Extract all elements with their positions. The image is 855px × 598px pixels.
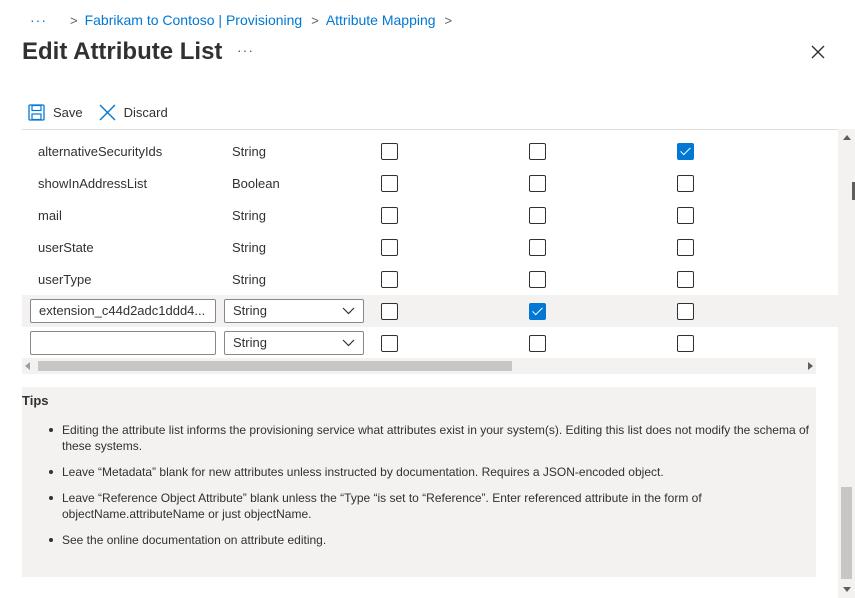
multi-value-checkbox[interactable] <box>677 174 694 192</box>
required-checkbox[interactable] <box>529 334 546 352</box>
breadcrumb: ··· > Fabrikam to Contoso | Provisioning… <box>30 10 459 30</box>
multi-value-checkbox[interactable] <box>677 270 694 288</box>
tips-panel: Tips Editing the attribute list informs … <box>22 387 816 577</box>
tip-item: Leave “Reference Object Attribute” blank… <box>49 490 816 522</box>
command-bar: Save Discard <box>28 100 184 124</box>
save-button[interactable]: Save <box>28 103 83 121</box>
scroll-right-icon[interactable] <box>808 362 813 370</box>
primary-key-checkbox[interactable] <box>381 302 398 320</box>
scroll-up-icon[interactable] <box>843 135 851 140</box>
primary-key-checkbox[interactable] <box>381 142 398 160</box>
new-attribute-name-input[interactable] <box>30 331 216 355</box>
tips-list: Editing the attribute list informs the p… <box>22 422 816 548</box>
table-row: mail String <box>22 199 838 231</box>
multi-value-checkbox[interactable] <box>677 206 694 224</box>
chevron-right-icon: > <box>70 12 78 28</box>
multi-value-checkbox[interactable] <box>677 334 694 352</box>
table-row: alternativeSecurityIds String <box>22 135 838 167</box>
attribute-type: Boolean <box>232 175 280 191</box>
primary-key-checkbox[interactable] <box>381 238 398 256</box>
multi-value-checkbox[interactable] <box>677 238 694 256</box>
table-row-new: String <box>22 327 838 359</box>
primary-key-checkbox[interactable] <box>381 206 398 224</box>
primary-key-checkbox[interactable] <box>381 334 398 352</box>
attribute-name: showInAddressList <box>38 175 148 191</box>
attribute-table: alternativeSecurityIds String showInAddr… <box>22 129 838 375</box>
dropdown-value: String <box>233 335 267 350</box>
tip-item: See the online documentation on attribut… <box>49 532 816 548</box>
multi-value-checkbox[interactable] <box>677 142 694 160</box>
attribute-type: String <box>232 207 266 223</box>
required-checkbox[interactable] <box>529 238 546 256</box>
required-checkbox[interactable] <box>529 302 546 320</box>
primary-key-checkbox[interactable] <box>381 174 398 192</box>
more-options-icon[interactable]: ··· <box>237 42 254 58</box>
horizontal-scroll-thumb[interactable] <box>38 361 512 371</box>
attribute-type: String <box>232 143 266 159</box>
table-row-editable: extension_c44d2adc1ddd4... String <box>22 295 838 327</box>
chevron-right-icon: > <box>311 12 319 28</box>
table-row: userType String <box>22 263 838 295</box>
tip-item: Editing the attribute list informs the p… <box>49 422 816 454</box>
attribute-name: userState <box>38 239 94 255</box>
required-checkbox[interactable] <box>529 270 546 288</box>
chevron-right-icon: > <box>444 12 453 28</box>
discard-label: Discard <box>123 104 168 120</box>
table-row: showInAddressList Boolean <box>22 167 838 199</box>
breadcrumb-more-icon[interactable]: ··· <box>30 12 47 28</box>
attribute-name: userType <box>38 271 92 287</box>
chevron-down-icon <box>342 307 355 315</box>
scroll-down-icon[interactable] <box>843 587 851 592</box>
required-checkbox[interactable] <box>529 174 546 192</box>
attribute-type-dropdown[interactable]: String <box>224 299 364 323</box>
discard-button[interactable]: Discard <box>99 104 168 121</box>
attribute-type: String <box>232 271 266 287</box>
primary-key-checkbox[interactable] <box>381 270 398 288</box>
save-label: Save <box>53 104 83 120</box>
dropdown-value: String <box>233 303 267 318</box>
tips-heading: Tips <box>22 393 49 408</box>
attribute-name: mail <box>38 207 62 223</box>
save-icon <box>28 103 45 121</box>
breadcrumb-item-attribute-mapping[interactable]: Attribute Mapping <box>326 12 436 28</box>
required-checkbox[interactable] <box>529 142 546 160</box>
vertical-scroll-thumb[interactable] <box>841 487 852 579</box>
attribute-type: String <box>232 239 266 255</box>
page-title: Edit Attribute List <box>22 38 223 65</box>
scroll-left-icon[interactable] <box>25 362 30 370</box>
breadcrumb-item-provisioning[interactable]: Fabrikam to Contoso | Provisioning <box>85 12 303 28</box>
table-row: userState String <box>22 231 838 263</box>
chevron-down-icon <box>342 339 355 347</box>
attribute-name-input[interactable]: extension_c44d2adc1ddd4... <box>30 299 216 323</box>
discard-icon <box>99 104 116 120</box>
horizontal-scrollbar[interactable] <box>22 358 816 374</box>
multi-value-checkbox[interactable] <box>677 302 694 320</box>
close-icon[interactable] <box>808 42 828 62</box>
tip-item: Leave “Metadata” blank for new attribute… <box>49 464 816 480</box>
new-attribute-type-dropdown[interactable]: String <box>224 331 364 355</box>
required-checkbox[interactable] <box>529 206 546 224</box>
attribute-name: alternativeSecurityIds <box>38 143 163 159</box>
